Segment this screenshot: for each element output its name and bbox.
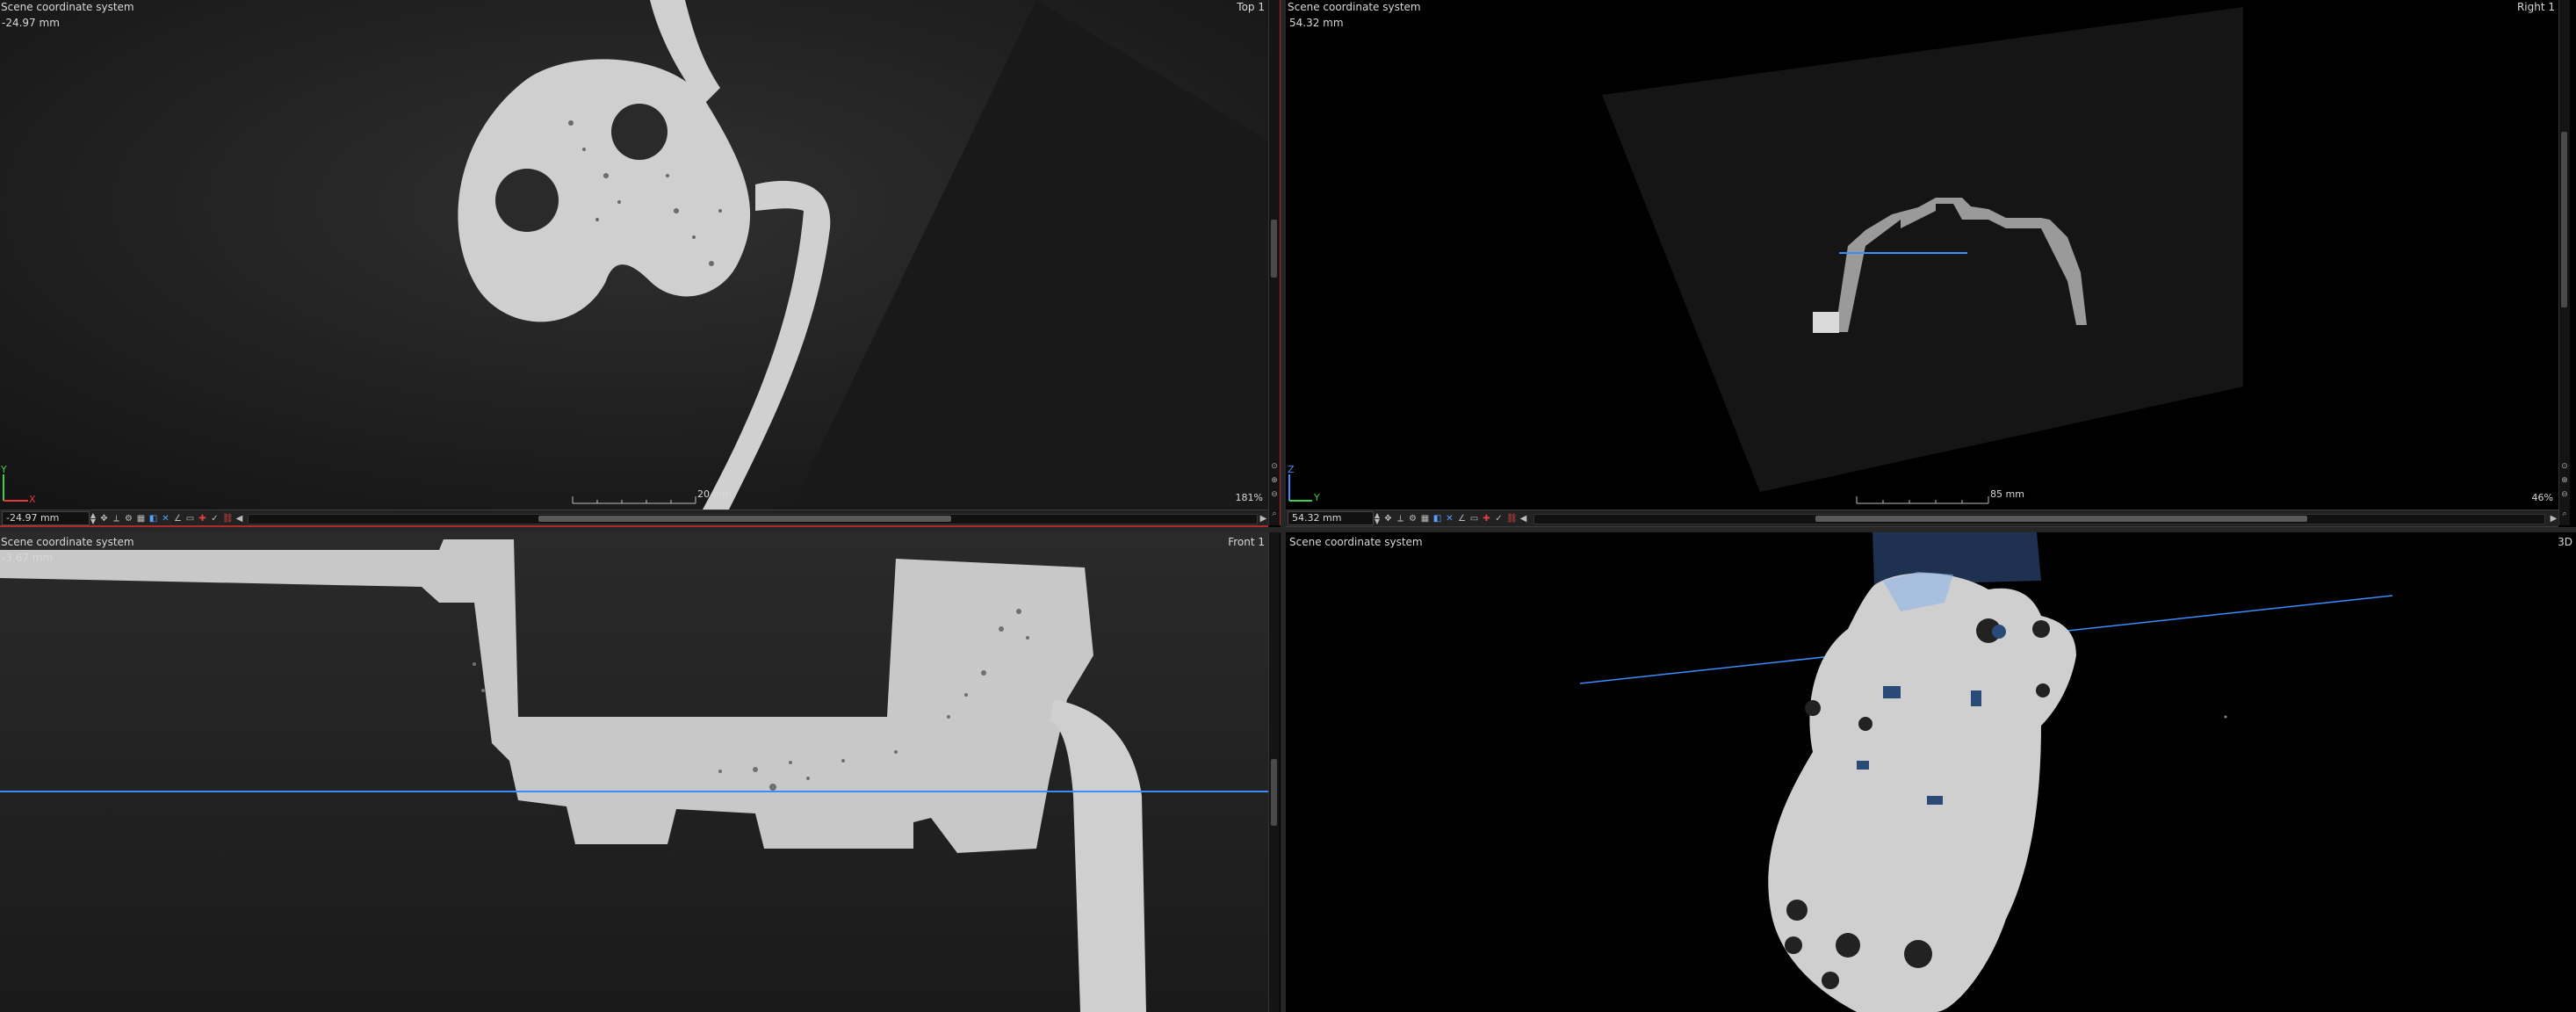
gear-icon[interactable]: ⚙ [1408,514,1418,524]
horizontal-scrollbar[interactable] [1533,514,2545,524]
viewport-right[interactable]: Scene coordinate system Right 1 54.32 mm… [1286,0,2558,510]
scale-bar-label: 85 mm [1990,488,2024,500]
axis-x-label: X [29,494,36,505]
viewport-title: Right 1 [2516,1,2555,13]
cross-icon[interactable]: ✕ [1445,514,1454,524]
front-vertical-scrollbar[interactable] [1268,532,1280,1012]
zoom-in-icon[interactable]: ⊕ [1268,476,1281,485]
scroll-right-icon[interactable]: ▶ [1259,514,1268,524]
scrollbar-thumb[interactable] [1815,516,2307,522]
viewport-front[interactable]: Scene coordinate system Front 1 -3.67 mm [0,532,1268,1012]
zoom-out-icon[interactable]: ⊖ [1268,490,1281,499]
cross-icon[interactable]: ✕ [161,514,170,524]
zoom-out-icon[interactable]: ⊖ [2558,490,2571,499]
zoom-icon[interactable]: ⊙ [2558,462,2571,471]
check-icon[interactable]: ✓ [1494,514,1504,524]
crosshair-icon[interactable]: ✚ [1482,514,1491,524]
front-slice-image [0,532,1268,1012]
axis-y-label: Y [1314,492,1320,503]
viewport-3d[interactable]: Scene coordinate system 3D [1286,532,2576,1012]
check-icon[interactable]: ✓ [210,514,220,524]
coord-system-label: Scene coordinate system [1288,1,1421,13]
top-slice-image [0,0,1268,510]
grid-icon[interactable]: ▦ [1420,514,1430,524]
crosshair-icon[interactable]: ✚ [198,514,207,524]
link-icon[interactable]: ⛓ [1506,514,1518,524]
scrollbar-thumb[interactable] [1271,759,1277,826]
scrollbar-thumb[interactable] [538,516,951,522]
scale-bar-label: 20 mm [697,488,732,500]
gear-icon[interactable]: ⚙ [124,514,133,524]
slice-position-field[interactable]: -24.97 mm [2,511,90,525]
zoom-level: 46% [2531,492,2553,503]
angle-icon[interactable]: ∠ [1457,514,1467,524]
axis-y-label: Y [1,464,7,475]
position-readout: -3.67 mm [2,552,54,564]
clip-icon[interactable]: ◧ [148,514,158,524]
scrollbar-thumb[interactable] [2561,132,2567,307]
ruler-icon[interactable]: ▭ [185,514,195,524]
link-icon[interactable]: ⛓ [222,514,234,524]
zoom-icon[interactable]: ⊙ [1268,462,1281,471]
measure-icon[interactable]: ⟂ [1396,514,1405,524]
search-icon[interactable]: ⌕ [2558,510,2571,518]
zoom-level: 181% [1235,492,1263,503]
grid-icon[interactable]: ▦ [136,514,146,524]
horizontal-scrollbar[interactable] [248,514,1258,524]
slice-position-field[interactable]: 54.32 mm [1288,511,1374,525]
viewport-title: Front 1 [1228,536,1265,548]
pan-icon[interactable]: ✥ [99,514,109,524]
scroll-left-icon[interactable]: ◀ [1519,514,1528,524]
viewport-title: Top 1 [1237,1,1265,13]
scroll-left-icon[interactable]: ◀ [235,514,244,524]
coord-system-label: Scene coordinate system [1289,536,1423,548]
right-viewport-toolbar: 54.32 mm ▲ ▼ ✥ ⟂ ⚙ ▦ ◧ ✕ ∠ ▭ ✚ ✓ ⛓ ◀ ▶ [1286,510,2558,527]
top-viewport-toolbar: -24.97 mm ▲ ▼ ✥ ⟂ ⚙ ▦ ◧ ✕ ∠ ▭ ✚ ✓ ⛓ ◀ ▶ [0,510,1268,527]
zoom-in-icon[interactable]: ⊕ [2558,476,2571,485]
clip-icon[interactable]: ◧ [1432,514,1442,524]
coord-system-label: Scene coordinate system [1,536,134,548]
viewport-title: 3D [2558,536,2572,548]
3d-render-image [1579,532,2393,1012]
scrollbar-thumb[interactable] [1271,220,1277,278]
spin-arrows-icon[interactable]: ▲ ▼ [1374,512,1381,525]
viewport-top[interactable]: Scene coordinate system Top 1 -24.97 mm … [0,0,1268,510]
position-readout: 54.32 mm [1289,17,1344,29]
right-slice-image [1288,7,2243,504]
search-icon[interactable]: ⌕ [1268,510,1281,518]
spin-arrows-icon[interactable]: ▲ ▼ [90,512,97,525]
pan-icon[interactable]: ✥ [1383,514,1393,524]
axis-z-label: Z [1288,464,1295,475]
ruler-icon[interactable]: ▭ [1469,514,1479,524]
right-vertical-scrollbar[interactable]: ⊙ ⊕ ⊖ ⌕ [2558,0,2570,525]
coord-system-label: Scene coordinate system [1,1,134,13]
measure-icon[interactable]: ⟂ [112,514,121,524]
scroll-right-icon[interactable]: ▶ [2549,514,2558,524]
top-vertical-scrollbar[interactable]: ⊙ ⊕ ⊖ ⌕ [1268,0,1281,525]
angle-icon[interactable]: ∠ [173,514,183,524]
position-readout: -24.97 mm [2,17,60,29]
